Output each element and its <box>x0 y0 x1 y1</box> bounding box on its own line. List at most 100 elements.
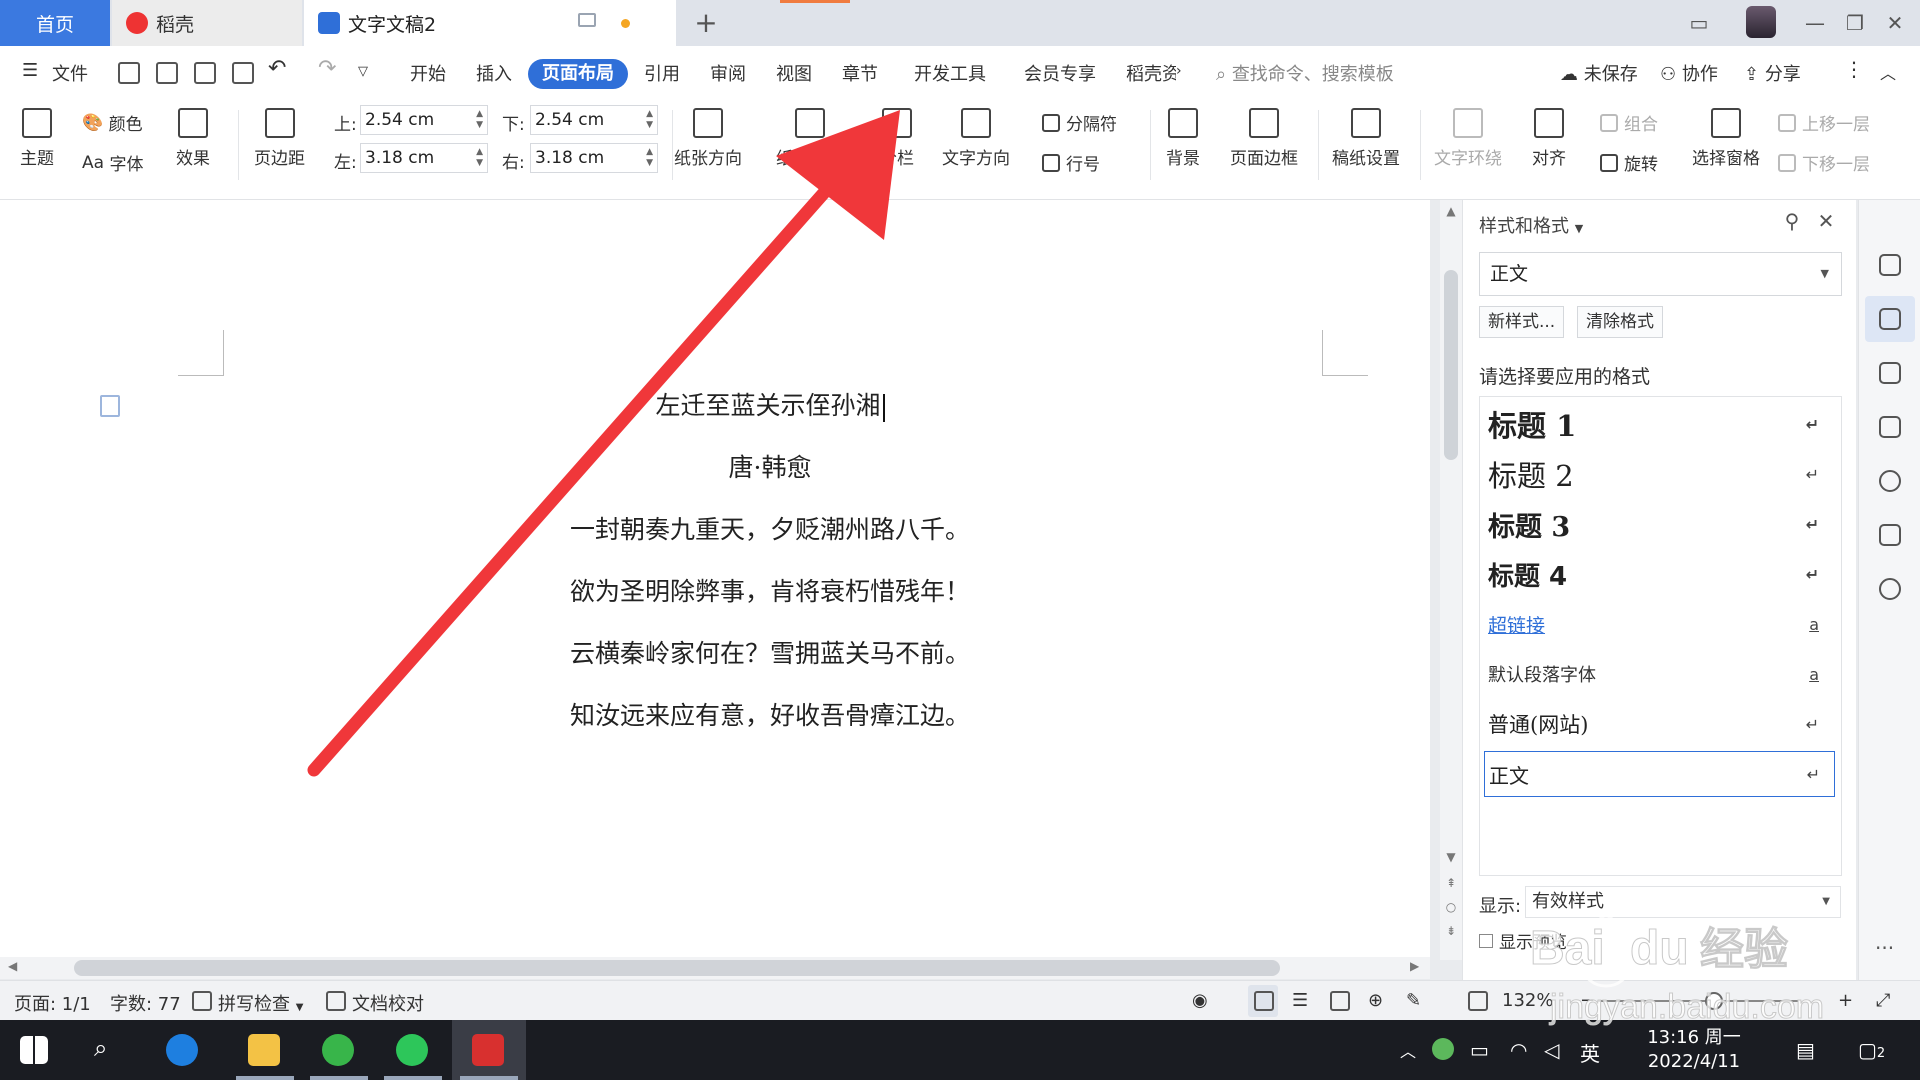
file-explorer-icon[interactable] <box>248 1034 280 1066</box>
rotate-button[interactable]: 旋转 <box>1600 150 1658 175</box>
spinner-icon[interactable]: ▲ ▼ <box>476 147 483 169</box>
unsaved-button[interactable]: ☁ 未保存 <box>1560 60 1638 86</box>
image-icon[interactable] <box>1879 524 1901 546</box>
location-icon[interactable] <box>1879 578 1901 600</box>
outline-view-icon[interactable]: ☰ <box>1292 990 1308 1011</box>
restore-icon[interactable]: ❐ <box>1840 8 1870 38</box>
spell-check-button[interactable]: 拼写检查 ▼ <box>218 990 303 1016</box>
pen-icon[interactable] <box>1879 308 1901 330</box>
cursor-icon[interactable] <box>1879 362 1901 384</box>
windows-start-icon[interactable] <box>20 1036 48 1064</box>
menu-view[interactable]: 视图 <box>776 60 812 86</box>
page-border-button[interactable]: 页面边框 <box>1230 108 1298 169</box>
zoom-slider-knob[interactable] <box>1705 992 1723 1010</box>
more-options-icon[interactable]: ⋮ <box>1844 57 1864 81</box>
align-button[interactable]: 对齐 <box>1532 108 1566 169</box>
wechat-icon[interactable] <box>396 1034 428 1066</box>
preview-checkbox[interactable]: 显示预览 <box>1479 928 1567 953</box>
wifi-icon[interactable]: ◠ <box>1510 1038 1527 1062</box>
document-canvas[interactable]: 左迁至蓝关示侄孙湘 唐·韩愈 一封朝奏九重天，夕贬潮州路八千。 欲为圣明除弊事，… <box>0 200 1430 960</box>
panel-title[interactable]: 样式和格式 ▼ <box>1479 212 1583 238</box>
pin-icon[interactable]: ⚲ <box>1783 211 1801 231</box>
poem-author[interactable]: 唐·韩愈 <box>0 448 1540 484</box>
ime-indicator[interactable]: 英 <box>1580 1038 1600 1067</box>
layout-icon[interactable]: ▭ <box>1684 8 1714 38</box>
print-preview-icon[interactable] <box>232 62 254 84</box>
menu-daoke[interactable]: 稻壳资 <box>1126 60 1176 86</box>
tray-app-icon[interactable] <box>1432 1038 1454 1060</box>
notes-icon[interactable]: ▤ <box>1796 1038 1815 1062</box>
close-icon[interactable]: ✕ <box>1817 211 1835 231</box>
collapse-ribbon-icon[interactable]: ︿ <box>1880 60 1896 84</box>
eye-protect-icon[interactable]: ◉ <box>1192 990 1208 1011</box>
scroll-thumb[interactable] <box>74 960 1280 976</box>
collab-button[interactable]: ⚇ 协作 <box>1660 60 1718 86</box>
save-icon[interactable] <box>118 62 140 84</box>
menu-member[interactable]: 会员专享 <box>1024 60 1096 86</box>
chevron-right-icon[interactable]: › <box>1176 63 1182 79</box>
hamburger-icon[interactable]: ☰ <box>22 60 38 81</box>
zoom-in-icon[interactable]: + <box>1838 990 1853 1011</box>
style-item-heading-4[interactable]: 标题 4 ↵ <box>1488 551 1833 597</box>
browser-360-icon[interactable] <box>322 1034 354 1066</box>
search-icon[interactable]: ⌕ <box>94 1034 107 1062</box>
spinner-icon[interactable]: ▲ ▼ <box>646 147 653 169</box>
text-direction-button[interactable]: 文字方向 <box>942 108 1010 169</box>
poem-line[interactable]: 云横秦岭家何在？雪拥蓝关马不前。 <box>0 634 1540 670</box>
poem-line[interactable]: 知汝远来应有意，好收吾骨瘴江边。 <box>0 696 1540 732</box>
clear-format-button[interactable]: 清除格式 <box>1577 306 1663 338</box>
separator-button[interactable]: 分隔符 <box>1042 110 1117 135</box>
read-view-icon[interactable] <box>1330 991 1350 1011</box>
menu-review[interactable]: 审阅 <box>710 60 746 86</box>
current-style-select[interactable]: 正文 ▼ <box>1479 252 1842 296</box>
color-button[interactable]: 🎨 颜色 <box>82 110 143 136</box>
clock[interactable]: 13:16 周一 2022/4/11 <box>1640 1026 1748 1074</box>
notification-center-icon[interactable]: ▢2 <box>1858 1038 1885 1062</box>
tab-daoke[interactable]: 稻壳 <box>112 0 302 46</box>
page-count[interactable]: 页面: 1/1 <box>14 990 91 1016</box>
scroll-thumb[interactable] <box>1444 270 1458 460</box>
more-icon[interactable]: ··· <box>1875 936 1894 960</box>
wps-office-icon[interactable] <box>472 1034 504 1066</box>
send-backward-button[interactable]: 下移一层 <box>1778 150 1870 175</box>
tab-document[interactable]: 文字文稿2 <box>304 0 676 46</box>
style-item-body[interactable]: 正文 ↵ <box>1484 751 1835 797</box>
menu-chapter[interactable]: 章节 <box>842 60 878 86</box>
manuscript-button[interactable]: 稿纸设置 <box>1332 108 1400 169</box>
prev-page-icon[interactable]: ⇞ <box>1444 876 1458 890</box>
new-style-button[interactable]: 新样式... <box>1479 306 1565 338</box>
show-filter-select[interactable]: 有效样式 ▼ <box>1525 886 1841 918</box>
menu-insert[interactable]: 插入 <box>476 60 512 86</box>
fit-page-icon[interactable] <box>1468 991 1488 1011</box>
share-button[interactable]: ⇪ 分享 <box>1744 60 1801 86</box>
poem-line[interactable]: 欲为圣明除弊事，肯将衰朽惜残年！ <box>0 572 1540 608</box>
proof-button[interactable]: 文档校对 <box>352 990 424 1016</box>
style-item-heading-3[interactable]: 标题 3 ↵ <box>1488 501 1833 547</box>
web-view-icon[interactable]: ⊕ <box>1368 990 1383 1011</box>
new-tab-button[interactable]: + <box>690 6 722 39</box>
horizontal-scrollbar[interactable]: ◀ ▶ <box>0 957 1430 979</box>
poem-title[interactable]: 左迁至蓝关示侄孙湘 <box>0 386 1540 422</box>
help-icon[interactable] <box>1879 470 1901 492</box>
close-icon[interactable]: ✕ <box>1880 8 1910 38</box>
zoom-out-icon[interactable]: − <box>1580 990 1595 1011</box>
write-mode-icon[interactable]: ✎ <box>1406 990 1421 1011</box>
next-page-icon[interactable]: ⇟ <box>1444 924 1458 938</box>
font-button[interactable]: Aa 字体 <box>82 150 143 176</box>
orientation-button[interactable]: 纸张方向 <box>674 108 742 169</box>
scroll-left-icon[interactable]: ◀ <box>8 959 17 973</box>
tab-home[interactable]: 首页 <box>0 0 110 46</box>
menu-start[interactable]: 开始 <box>410 60 446 86</box>
effect-button[interactable]: 效果 <box>176 108 210 169</box>
vertical-scrollbar[interactable]: ▲ ▼ ⇞ ○ ⇟ <box>1440 200 1462 960</box>
columns-button[interactable]: 分栏 <box>880 108 914 169</box>
poem-line[interactable]: 一封朝奏九重天，夕贬潮州路八千。 <box>0 510 1540 546</box>
spinner-icon[interactable]: ▲ ▼ <box>476 109 483 131</box>
style-item-heading-1[interactable]: 标题 1 ↵ <box>1488 401 1833 447</box>
word-count[interactable]: 字数: 77 <box>110 990 181 1016</box>
ie-browser-icon[interactable] <box>166 1034 198 1066</box>
minimize-icon[interactable]: — <box>1800 8 1830 38</box>
tray-expand-icon[interactable]: ︿ <box>1400 1038 1416 1062</box>
bring-forward-button[interactable]: 上移一层 <box>1778 110 1870 135</box>
page-view-icon[interactable] <box>1254 991 1274 1011</box>
